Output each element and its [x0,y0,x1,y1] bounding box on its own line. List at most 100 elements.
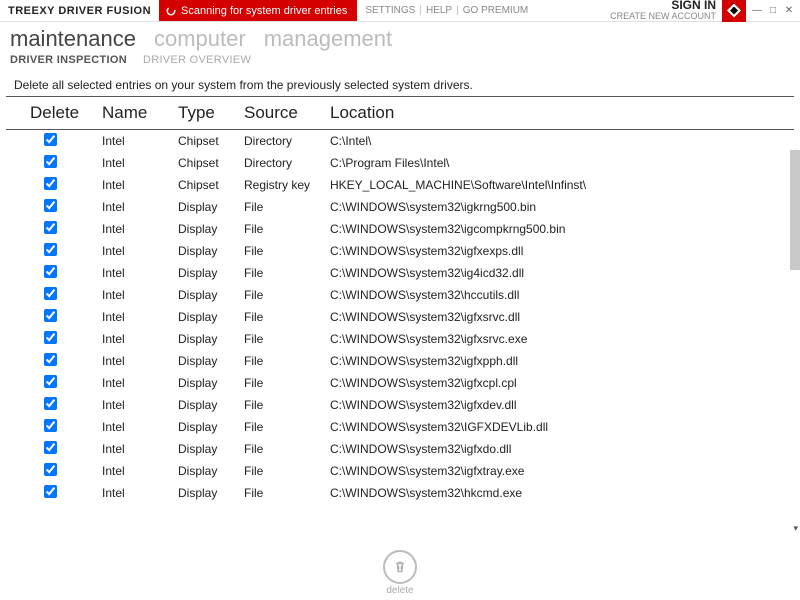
scroll-down-arrow[interactable]: ▾ [793,523,798,534]
cell-location: C:\WINDOWS\system32\igfxexps.dll [330,244,794,258]
table-row[interactable]: IntelDisplayFileC:\WINDOWS\system32\igfx… [6,372,794,394]
tab-management[interactable]: management [264,26,392,52]
scan-banner: Scanning for system driver entries [159,0,357,21]
row-checkbox[interactable] [44,419,57,432]
cell-type: Display [178,420,244,434]
cell-location: C:\WINDOWS\system32\IGFXDEVLib.dll [330,420,794,434]
cell-type: Display [178,486,244,500]
cell-location: C:\WINDOWS\system32\igkrng500.bin [330,200,794,214]
main-tabs: maintenance computer management [0,22,800,52]
top-links: SETTINGS | HELP | GO PREMIUM [357,5,528,16]
tab-maintenance[interactable]: maintenance [10,26,136,52]
col-delete[interactable]: Delete [30,103,102,123]
cell-type: Display [178,266,244,280]
row-checkbox[interactable] [44,309,57,322]
help-link[interactable]: HELP [426,5,452,16]
cell-source: File [244,398,330,412]
row-checkbox[interactable] [44,463,57,476]
cell-location: C:\WINDOWS\system32\igfxcpl.cpl [330,376,794,390]
table-row[interactable]: IntelDisplayFileC:\WINDOWS\system32\ig4i… [6,262,794,284]
table-row[interactable]: IntelDisplayFileC:\WINDOWS\system32\igfx… [6,460,794,482]
subtab-driver-overview[interactable]: DRIVER OVERVIEW [143,54,251,66]
app-logo [722,0,746,22]
row-checkbox[interactable] [44,243,57,256]
subtab-driver-inspection[interactable]: DRIVER INSPECTION [10,54,127,66]
cell-source: File [244,310,330,324]
footer: delete [0,550,800,596]
cell-location: C:\WINDOWS\system32\igfxtray.exe [330,464,794,478]
separator: | [456,5,459,16]
premium-link[interactable]: GO PREMIUM [463,5,529,16]
row-checkbox[interactable] [44,265,57,278]
cell-name: Intel [102,288,178,302]
table-header: Delete Name Type Source Location [6,97,794,130]
table-row[interactable]: IntelDisplayFileC:\WINDOWS\system32\igfx… [6,306,794,328]
cell-location: C:\WINDOWS\system32\igfxpph.dll [330,354,794,368]
cell-source: File [244,200,330,214]
col-source[interactable]: Source [244,103,330,123]
row-checkbox[interactable] [44,397,57,410]
cell-location: C:\WINDOWS\system32\igfxdev.dll [330,398,794,412]
cell-location: C:\WINDOWS\system32\hccutils.dll [330,288,794,302]
close-button[interactable]: ✕ [782,5,796,16]
row-checkbox[interactable] [44,133,57,146]
row-checkbox[interactable] [44,485,57,498]
row-checkbox[interactable] [44,353,57,366]
row-checkbox[interactable] [44,441,57,454]
row-checkbox[interactable] [44,221,57,234]
settings-link[interactable]: SETTINGS [365,5,415,16]
table-body: IntelChipsetDirectoryC:\Intel\IntelChips… [6,130,794,510]
table-row[interactable]: IntelDisplayFileC:\WINDOWS\system32\hccu… [6,284,794,306]
table-row[interactable]: IntelChipsetRegistry keyHKEY_LOCAL_MACHI… [6,174,794,196]
col-type[interactable]: Type [178,103,244,123]
minimize-button[interactable]: — [750,5,764,16]
cell-source: Registry key [244,178,330,192]
cell-name: Intel [102,244,178,258]
table-row[interactable]: IntelChipsetDirectoryC:\Program Files\In… [6,152,794,174]
row-checkbox[interactable] [44,155,57,168]
table-row[interactable]: IntelChipsetDirectoryC:\Intel\ [6,130,794,152]
cell-source: Directory [244,156,330,170]
cell-location: C:\WINDOWS\system32\igfxdo.dll [330,442,794,456]
cell-name: Intel [102,398,178,412]
cell-source: File [244,288,330,302]
col-name[interactable]: Name [102,103,178,123]
cell-name: Intel [102,134,178,148]
account-area: SIGN IN CREATE NEW ACCOUNT [610,0,722,22]
row-checkbox[interactable] [44,177,57,190]
tab-computer[interactable]: computer [154,26,246,52]
row-checkbox[interactable] [44,287,57,300]
trash-icon [392,559,408,575]
table-row[interactable]: IntelDisplayFileC:\WINDOWS\system32\igco… [6,218,794,240]
scrollbar-thumb[interactable] [790,150,800,270]
cell-type: Display [178,310,244,324]
table-row[interactable]: IntelDisplayFileC:\WINDOWS\system32\igkr… [6,196,794,218]
table-row[interactable]: IntelDisplayFileC:\WINDOWS\system32\hkcm… [6,482,794,504]
row-checkbox[interactable] [44,199,57,212]
cell-type: Display [178,398,244,412]
col-location[interactable]: Location [330,103,794,123]
cell-source: File [244,244,330,258]
cell-type: Display [178,354,244,368]
cell-location: C:\Program Files\Intel\ [330,156,794,170]
cell-name: Intel [102,442,178,456]
cell-source: File [244,354,330,368]
cell-location: C:\WINDOWS\system32\igcompkrng500.bin [330,222,794,236]
delete-button[interactable] [383,550,417,584]
cell-type: Display [178,288,244,302]
table-row[interactable]: IntelDisplayFileC:\WINDOWS\system32\igfx… [6,438,794,460]
maximize-button[interactable]: □ [766,5,780,16]
row-checkbox[interactable] [44,375,57,388]
cell-source: File [244,376,330,390]
table-row[interactable]: IntelDisplayFileC:\WINDOWS\system32\IGFX… [6,416,794,438]
table-row[interactable]: IntelDisplayFileC:\WINDOWS\system32\igfx… [6,350,794,372]
table-row[interactable]: IntelDisplayFileC:\WINDOWS\system32\igfx… [6,328,794,350]
cell-location: C:\WINDOWS\system32\ig4icd32.dll [330,266,794,280]
table-row[interactable]: IntelDisplayFileC:\WINDOWS\system32\igfx… [6,240,794,262]
cell-type: Chipset [178,134,244,148]
delete-label: delete [386,585,413,596]
table-row[interactable]: IntelDisplayFileC:\WINDOWS\system32\igfx… [6,394,794,416]
cell-type: Display [178,442,244,456]
create-account-link[interactable]: CREATE NEW ACCOUNT [610,12,716,22]
row-checkbox[interactable] [44,331,57,344]
